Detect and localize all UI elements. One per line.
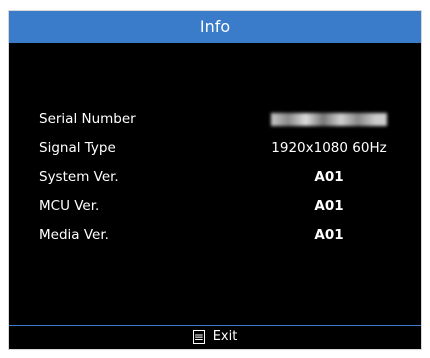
info-row-media-ver: Media Ver. A01 <box>39 227 399 253</box>
info-osd-window: Info Serial Number Signal Type 1920x1080… <box>8 10 422 350</box>
osd-title: Info <box>9 11 421 43</box>
info-row-mcu-ver: MCU Ver. A01 <box>39 198 399 224</box>
menu-icon <box>192 329 205 345</box>
serial-number-redacted <box>271 112 387 126</box>
media-ver-value: A01 <box>314 227 344 243</box>
footer-divider <box>9 325 421 326</box>
exit-label: Exit <box>212 329 238 344</box>
system-ver-label: System Ver. <box>39 169 119 185</box>
signal-type-value: 1920x1080 60Hz <box>271 140 387 156</box>
media-ver-label: Media Ver. <box>39 227 109 243</box>
serial-number-value <box>259 111 399 127</box>
mcu-ver-label: MCU Ver. <box>39 198 100 214</box>
info-row-serial-number: Serial Number <box>39 111 399 137</box>
exit-button[interactable]: Exit <box>9 329 421 349</box>
info-row-signal-type: Signal Type 1920x1080 60Hz <box>39 140 399 166</box>
system-ver-value: A01 <box>314 169 344 185</box>
info-row-system-ver: System Ver. A01 <box>39 169 399 195</box>
mcu-ver-value: A01 <box>314 198 344 214</box>
signal-type-label: Signal Type <box>39 140 116 156</box>
serial-number-label: Serial Number <box>39 111 136 127</box>
